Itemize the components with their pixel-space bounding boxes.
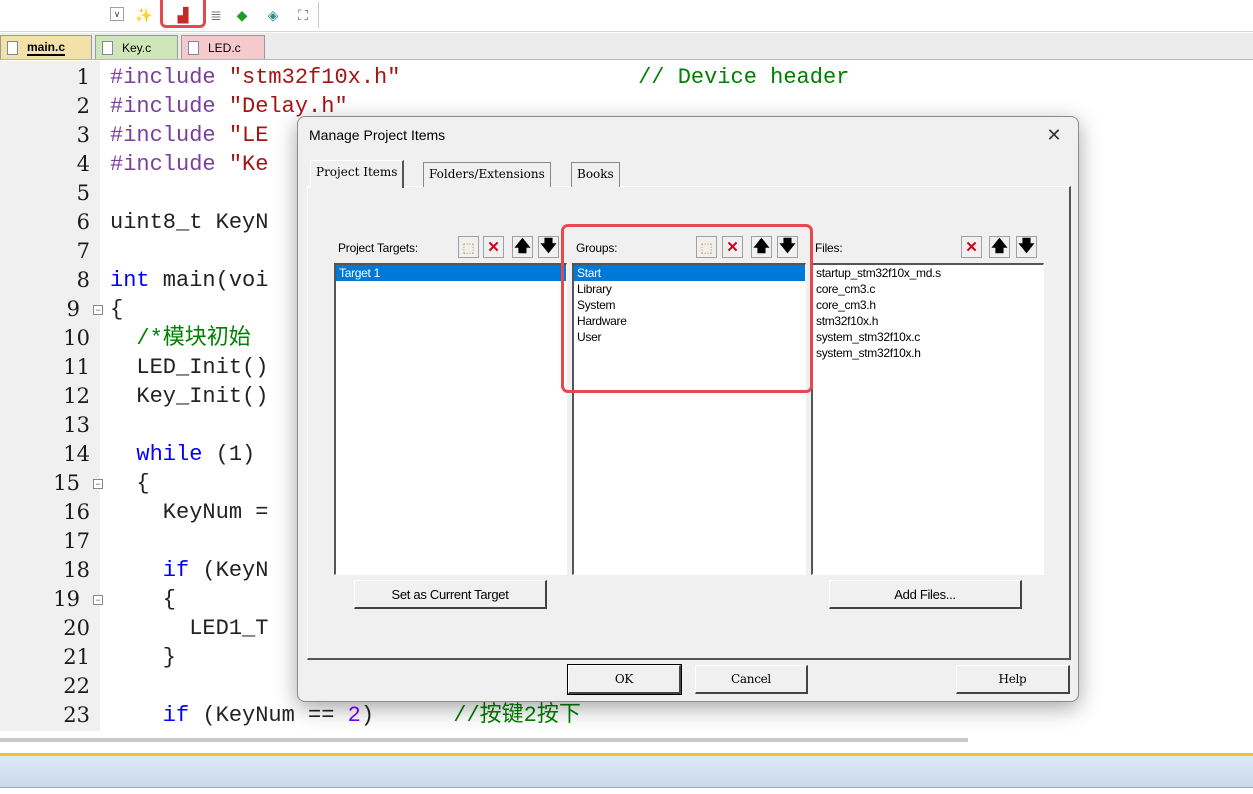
tab-label: Key.c	[122, 40, 152, 55]
project-targets-list[interactable]: Target 1	[334, 263, 567, 575]
list-item[interactable]: Target 1	[336, 265, 566, 281]
file-icon	[102, 40, 113, 55]
line-number-gutter: 1 2 3 4 5 6 7 8 9 10 11 12 13 14 15 16 1…	[0, 61, 103, 731]
toolbar-highlight-box	[160, 0, 206, 28]
line-number: 9	[66, 297, 80, 321]
help-button[interactable]: Help	[956, 665, 1070, 694]
ok-button[interactable]: OK	[567, 664, 682, 695]
line-number: 10	[63, 326, 90, 350]
code-line: /*模块初始	[110, 326, 251, 351]
tab-books[interactable]: Books	[571, 162, 620, 187]
manage-project-items-dialog: Manage Project Items ✕ Project Items Fol…	[297, 116, 1079, 702]
code-line: {	[110, 297, 124, 322]
file-tab-bar: main.c Key.c LED.c	[0, 33, 1253, 60]
fold-marker-icon[interactable]: −	[93, 479, 103, 489]
teal-diamond-icon[interactable]: ◈	[263, 5, 283, 25]
file-icon	[188, 40, 199, 55]
line-number: 2	[76, 94, 90, 118]
magic-wand-icon[interactable]: ✨	[134, 5, 154, 25]
list-item[interactable]: core_cm3.c	[813, 281, 1043, 297]
line-number: 15	[53, 471, 80, 495]
tab-key-c[interactable]: Key.c	[95, 35, 178, 59]
line-number: 6	[76, 210, 90, 234]
line-number: 20	[63, 616, 90, 640]
move-file-down-icon[interactable]: 🡇	[1016, 236, 1037, 258]
dropdown-arrow-icon[interactable]: ∨	[110, 7, 124, 21]
line-number: 19	[53, 587, 80, 611]
tab-main-c[interactable]: main.c	[0, 35, 92, 59]
list-item[interactable]: system_stm32f10x.c	[813, 329, 1043, 345]
green-diamond-icon[interactable]: ◆	[232, 5, 252, 25]
fold-marker-icon[interactable]: −	[93, 305, 103, 315]
code-line: KeyNum =	[110, 500, 269, 525]
delete-target-icon[interactable]: ✕	[483, 236, 504, 258]
code-line: LED1_T	[110, 616, 269, 641]
groups-highlight-box	[561, 224, 813, 393]
line-number: 16	[63, 500, 90, 524]
project-targets-label: Project Targets:	[338, 241, 418, 255]
move-target-down-icon[interactable]: 🡇	[538, 236, 559, 258]
output-panel	[0, 756, 1253, 788]
line-number: 17	[63, 529, 90, 553]
line-number: 23	[63, 703, 90, 727]
cancel-button[interactable]: Cancel	[695, 665, 808, 694]
line-number: 22	[63, 674, 90, 698]
tab-folders-extensions[interactable]: Folders/Extensions	[423, 162, 551, 187]
toolbar: ∨ ✨ ▟ ≣ ◆ ◈ ⛶	[0, 0, 1253, 32]
line-number: 7	[76, 239, 90, 263]
line-number: 12	[63, 384, 90, 408]
line-number: 21	[63, 645, 90, 669]
file-icon	[7, 40, 18, 55]
list-item[interactable]: core_cm3.h	[813, 297, 1043, 313]
code-line: if (KeyN	[110, 558, 269, 583]
tab-label: main.c	[27, 39, 66, 56]
code-line: {	[110, 587, 177, 612]
new-target-icon[interactable]: ⬚	[458, 236, 479, 258]
list-item[interactable]: stm32f10x.h	[813, 313, 1043, 329]
code-line: Key_Init()	[110, 384, 269, 409]
line-number: 14	[63, 442, 90, 466]
list-item[interactable]: system_stm32f10x.h	[813, 345, 1043, 361]
close-icon[interactable]: ✕	[1042, 123, 1066, 147]
add-files-button[interactable]: Add Files...	[829, 580, 1022, 609]
line-number: 11	[63, 355, 90, 379]
line-number: 4	[76, 152, 90, 176]
line-number: 8	[76, 268, 90, 292]
line-number: 18	[63, 558, 90, 582]
line-number: 13	[63, 413, 90, 437]
books-icon[interactable]: ⛶	[293, 5, 313, 25]
tab-led-c[interactable]: LED.c	[181, 35, 265, 59]
code-line: int main(voi	[110, 268, 269, 293]
move-target-up-icon[interactable]: 🡅	[512, 236, 533, 258]
code-line: {	[110, 471, 150, 496]
set-as-current-target-button[interactable]: Set as Current Target	[354, 580, 547, 609]
stack-icon[interactable]: ≣	[206, 5, 226, 25]
code-line: }	[110, 645, 177, 670]
code-line: #include "LE	[110, 123, 269, 148]
line-number: 5	[76, 181, 90, 205]
tab-label: LED.c	[208, 40, 241, 55]
horizontal-scrollbar[interactable]	[0, 738, 968, 742]
move-file-up-icon[interactable]: 🡅	[989, 236, 1010, 258]
code-line: while (1)	[110, 442, 256, 467]
code-line: LED_Init()	[110, 355, 269, 380]
list-item[interactable]: startup_stm32f10x_md.s	[813, 265, 1043, 281]
code-line: #include "Ke	[110, 152, 269, 177]
tab-project-items[interactable]: Project Items	[310, 160, 405, 188]
code-line: if (KeyNum == 2) //按键2按下	[110, 703, 581, 728]
fold-marker-icon[interactable]: −	[93, 595, 103, 605]
code-line: #include "stm32f10x.h" // Device header	[110, 65, 850, 90]
files-label: Files:	[815, 241, 843, 255]
delete-file-icon[interactable]: ✕	[961, 236, 982, 258]
files-list[interactable]: startup_stm32f10x_md.s core_cm3.c core_c…	[811, 263, 1044, 575]
line-number: 3	[76, 123, 90, 147]
code-line: uint8_t KeyN	[110, 210, 269, 235]
toolbar-separator	[318, 2, 319, 28]
dialog-title: Manage Project Items	[309, 127, 446, 143]
line-number: 1	[76, 65, 90, 89]
